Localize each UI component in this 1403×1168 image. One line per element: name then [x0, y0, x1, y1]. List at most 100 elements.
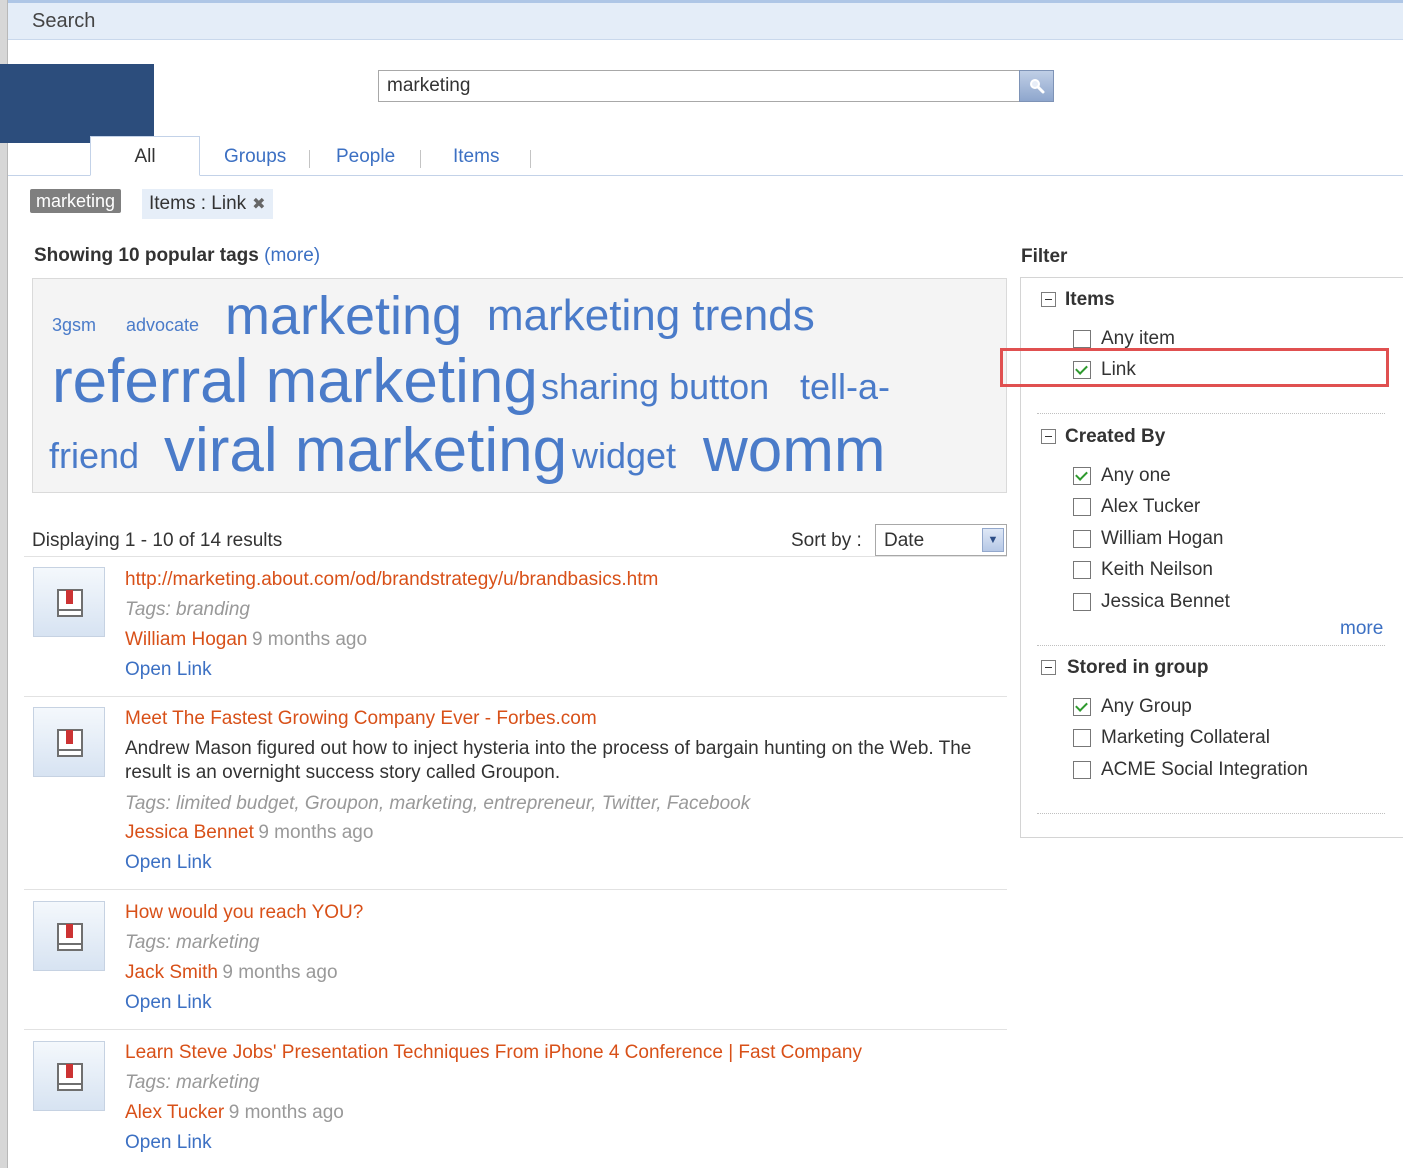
result-meta: Jessica Bennet 9 months ago [125, 822, 373, 844]
result-tags: Tags: limited budget, Groupon, marketing… [125, 793, 751, 814]
open-link[interactable]: Open Link [125, 659, 212, 681]
checkbox-alex-tucker[interactable] [1073, 498, 1091, 516]
collapse-icon[interactable] [1041, 429, 1056, 444]
filter-option-label: Keith Neilson [1101, 559, 1213, 580]
filter-option-label: Jessica Bennet [1101, 591, 1230, 612]
checkbox-william-hogan[interactable] [1073, 530, 1091, 548]
result-time: 9 months ago [258, 822, 374, 843]
result-thumbnail [33, 707, 105, 777]
filter-section-items: Items [1065, 289, 1115, 310]
section-divider [1037, 813, 1385, 814]
section-divider [1037, 645, 1385, 646]
result-thumbnail [33, 1041, 105, 1111]
tag-sharing-button[interactable]: sharing button [541, 366, 769, 408]
checkbox-marketing-collateral[interactable] [1073, 729, 1091, 747]
tag-referral-marketing[interactable]: referral marketing [52, 346, 538, 417]
result-title-link[interactable]: How would you reach YOU? [125, 902, 363, 924]
collapse-icon[interactable] [1041, 292, 1056, 307]
checkbox-acme-social-integration[interactable] [1073, 761, 1091, 779]
result-title-link[interactable]: Meet The Fastest Growing Company Ever - … [125, 708, 597, 730]
tag-viral-marketing[interactable]: viral marketing [164, 415, 567, 486]
chevron-down-icon[interactable]: ▼ [982, 528, 1004, 552]
results-divider [24, 556, 1007, 557]
tabs-divider [8, 175, 1403, 176]
filter-chip: Items : Link ✖ [142, 189, 273, 219]
more-authors-link[interactable]: more [1340, 618, 1383, 640]
result-meta: Jack Smith 9 months ago [125, 962, 338, 984]
result-tags: Tags: marketing [125, 932, 260, 953]
tag-tell-a-friend-cont[interactable]: friend [49, 435, 139, 477]
checkbox-keith-neilson[interactable] [1073, 561, 1091, 579]
filter-option-label: Alex Tucker [1101, 496, 1201, 517]
filter-option-label: Marketing Collateral [1101, 727, 1270, 748]
open-link[interactable]: Open Link [125, 992, 212, 1014]
filter-option-label: Any Group [1101, 696, 1192, 717]
title-bar [8, 0, 1403, 40]
result-meta: William Hogan 9 months ago [125, 629, 367, 651]
more-tags-link[interactable]: (more) [264, 245, 320, 266]
tab-items[interactable]: Items [453, 146, 499, 168]
highlight-box [1000, 348, 1389, 387]
filter-option-label: William Hogan [1101, 528, 1224, 549]
result-title-link[interactable]: http://marketing.about.com/od/brandstrat… [125, 569, 658, 591]
checkbox-any-group[interactable] [1073, 698, 1091, 716]
tab-separator [309, 150, 310, 168]
section-divider [1037, 413, 1385, 414]
search-term-chip: marketing [30, 189, 122, 213]
checkbox-any-one[interactable] [1073, 467, 1091, 485]
search-icon [1030, 79, 1045, 94]
tag-widget[interactable]: widget [572, 435, 676, 477]
result-divider [24, 1029, 1007, 1030]
search-input[interactable] [378, 70, 1020, 102]
result-author-link[interactable]: Alex Tucker [125, 1102, 224, 1123]
filter-option-label: ACME Social Integration [1101, 759, 1308, 780]
result-tags: Tags: branding [125, 599, 251, 620]
filter-heading: Filter [1021, 246, 1068, 267]
result-author-link[interactable]: Jessica Bennet [125, 822, 254, 843]
result-meta: Alex Tucker 9 months ago [125, 1102, 344, 1124]
filter-option-label: Any one [1101, 465, 1171, 486]
result-divider [24, 889, 1007, 890]
filter-chip-label: Items : Link [149, 193, 247, 214]
remove-filter-icon[interactable]: ✖ [252, 196, 265, 213]
result-time: 9 months ago [228, 1102, 344, 1123]
sort-label: Sort by : [791, 530, 862, 551]
checkbox-any-item[interactable] [1073, 330, 1091, 348]
popular-tags-heading: Showing 10 popular tags (more) [34, 245, 320, 267]
result-title-link[interactable]: Learn Steve Jobs' Presentation Technique… [125, 1042, 862, 1064]
open-link[interactable]: Open Link [125, 1132, 212, 1154]
result-time: 9 months ago [251, 629, 368, 650]
tag-marketing[interactable]: marketing [225, 285, 462, 347]
checkbox-jessica-bennet[interactable] [1073, 593, 1091, 611]
search-button[interactable] [1019, 70, 1054, 102]
tag-tell-a-friend[interactable]: tell-a- [800, 366, 890, 408]
open-link[interactable]: Open Link [125, 852, 212, 874]
tab-separator [420, 150, 421, 168]
result-thumbnail [33, 901, 105, 971]
tab-people[interactable]: People [336, 146, 395, 168]
results-count: Displaying 1 - 10 of 14 results [32, 530, 283, 551]
sort-value: Date [884, 530, 925, 551]
bookmark-doc-icon [57, 729, 83, 757]
tab-all[interactable]: All [90, 136, 200, 176]
result-author-link[interactable]: William Hogan [125, 629, 247, 650]
filter-section-stored-in-group: Stored in group [1067, 657, 1209, 678]
tag-womm[interactable]: womm [703, 415, 886, 486]
logo-block [0, 64, 154, 143]
sort-dropdown[interactable]: Date ▼ [875, 524, 1007, 556]
left-edge-bar [0, 0, 8, 1168]
tag-cloud: 3gsm advocate marketing marketing trends… [32, 278, 1007, 493]
result-divider [24, 696, 1007, 697]
tab-separator [530, 150, 531, 168]
tag-3gsm[interactable]: 3gsm [52, 315, 96, 336]
page-title: Search [32, 10, 96, 32]
result-thumbnail [33, 567, 105, 637]
result-author-link[interactable]: Jack Smith [125, 962, 218, 983]
tag-marketing-trends[interactable]: marketing trends [487, 291, 815, 341]
bookmark-doc-icon [57, 1063, 83, 1091]
collapse-icon[interactable] [1041, 660, 1056, 675]
popular-tags-label: Showing 10 popular tags [34, 245, 259, 266]
tag-advocate[interactable]: advocate [126, 315, 199, 336]
result-tags: Tags: marketing [125, 1072, 260, 1093]
tab-groups[interactable]: Groups [224, 146, 286, 168]
